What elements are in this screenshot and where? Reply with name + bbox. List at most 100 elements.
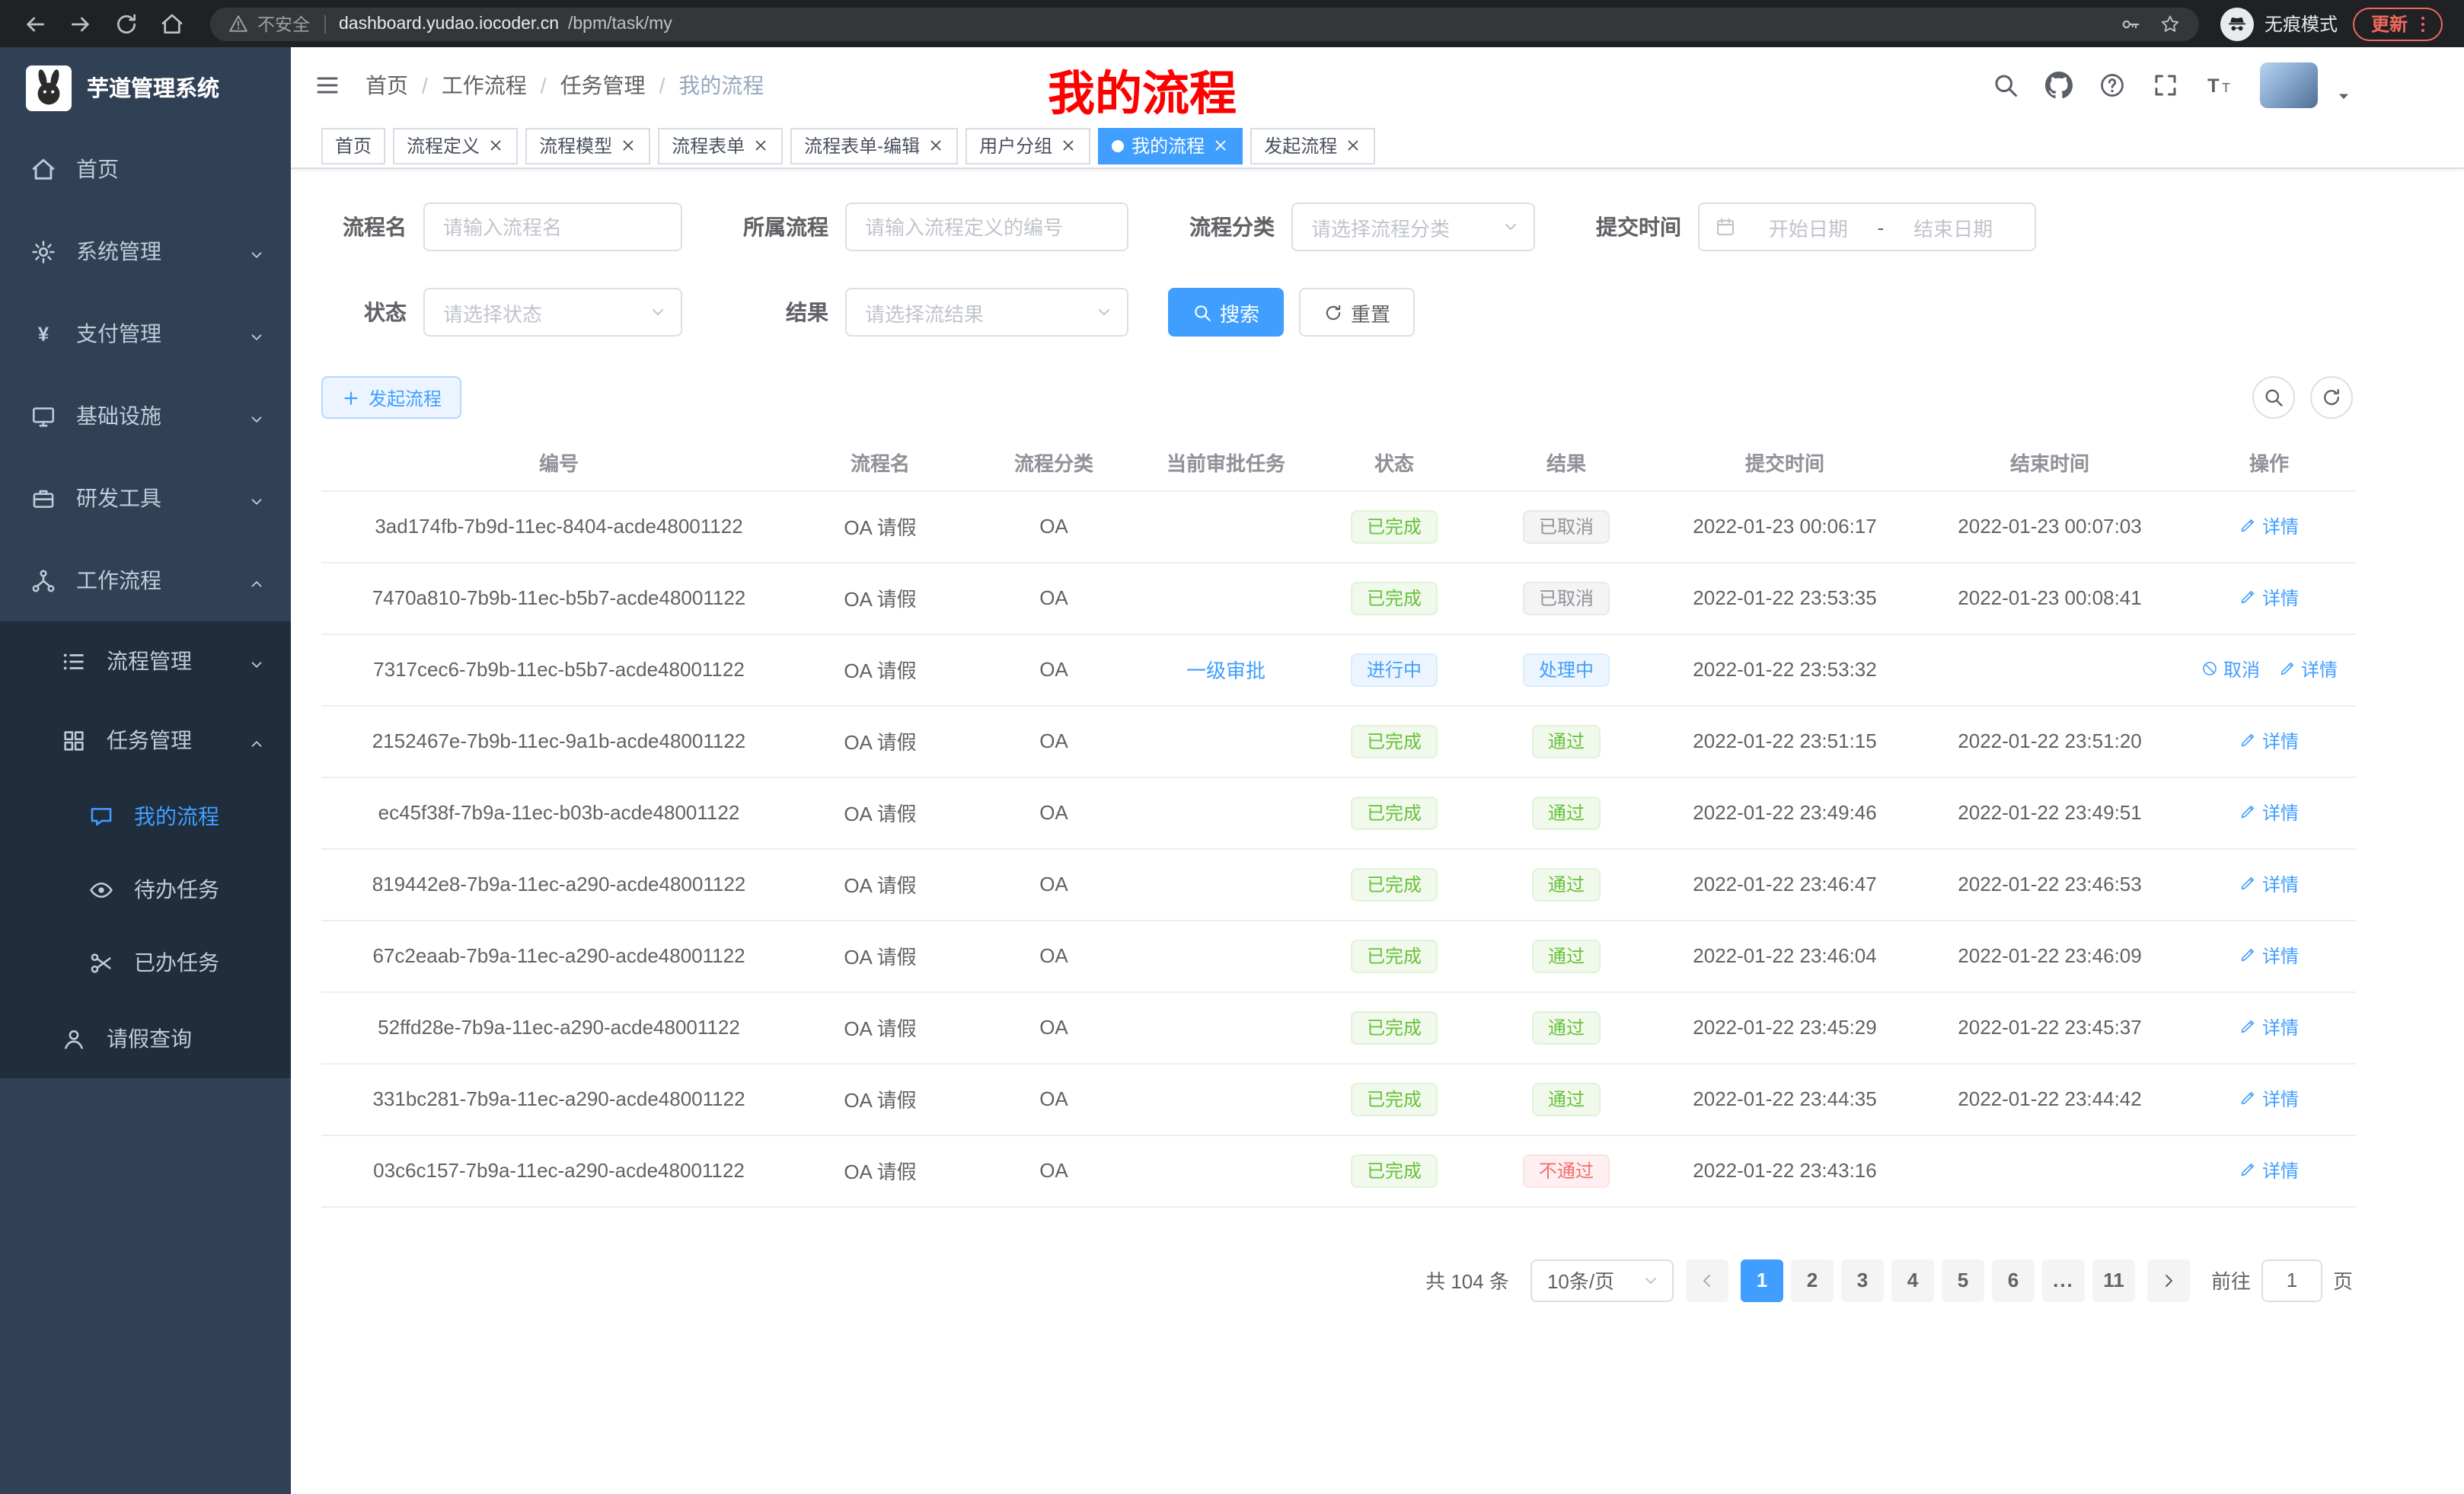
breadcrumb-item[interactable]: 任务管理 <box>560 70 646 101</box>
tab-0[interactable]: 首页 <box>321 127 385 164</box>
column-header: 提交时间 <box>1652 434 1917 490</box>
detail-button[interactable]: 详情 <box>2239 871 2299 897</box>
status-select[interactable]: 请选择状态 <box>423 288 682 337</box>
breadcrumb: 首页/工作流程/任务管理/我的流程 <box>365 70 764 101</box>
tab-6[interactable]: 我的流程 <box>1098 127 1243 164</box>
current-task-link[interactable]: 一级审批 <box>1186 659 1266 682</box>
detail-button[interactable]: 详情 <box>2239 728 2299 754</box>
sidebar-item-5[interactable]: 工作流程 <box>0 539 291 621</box>
logo-row[interactable]: 芋道管理系统 <box>0 47 291 128</box>
show-search-button[interactable] <box>2252 376 2295 419</box>
page-button-11[interactable]: 11 <box>2092 1259 2135 1301</box>
page-size-select[interactable]: 10条/页 <box>1530 1259 1674 1301</box>
sidebar-item-11[interactable]: 请假查询 <box>0 999 291 1078</box>
detail-button[interactable]: 详情 <box>2239 943 2299 969</box>
next-page-button[interactable] <box>2147 1259 2190 1301</box>
sidebar-item-9[interactable]: 待办任务 <box>0 853 291 926</box>
sidebar-item-3[interactable]: 基础设施 <box>0 375 291 457</box>
sidebar-item-8[interactable]: 我的流程 <box>0 780 291 853</box>
url-path[interactable]: /bpm/task/my <box>568 14 672 33</box>
address-bar[interactable]: 不安全 dashboard.yudao.iocoder.cn/bpm/task/… <box>210 7 2199 40</box>
reset-button[interactable]: 重置 <box>1299 288 1415 337</box>
page-button-6[interactable]: 6 <box>1992 1259 2035 1301</box>
process-table: 编号流程名流程分类当前审批任务状态结果提交时间结束时间操作3ad174fb-7b… <box>321 434 2356 1207</box>
page-button-1[interactable]: 1 <box>1741 1259 1783 1301</box>
tab-3[interactable]: 流程表单 <box>658 127 783 164</box>
sidebar-item-1[interactable]: 系统管理 <box>0 210 291 292</box>
fullscreen-icon[interactable] <box>2152 72 2179 99</box>
sidebar-item-2[interactable]: ¥支付管理 <box>0 292 291 375</box>
breadcrumb-item: 我的流程 <box>678 70 764 101</box>
cancel-button[interactable]: 取消 <box>2201 656 2260 682</box>
page-button-5[interactable]: 5 <box>1942 1259 1984 1301</box>
sidebar-item-0[interactable]: 首页 <box>0 128 291 210</box>
tab-2[interactable]: 流程模型 <box>525 127 650 164</box>
close-icon[interactable] <box>1060 137 1077 154</box>
tab-7[interactable]: 发起流程 <box>1250 127 1375 164</box>
avatar[interactable] <box>2260 62 2318 108</box>
page-button-2[interactable]: 2 <box>1791 1259 1834 1301</box>
table-toolbar: 发起流程 <box>321 376 2353 419</box>
sidebar-item-label: 请假查询 <box>107 1023 192 1054</box>
close-icon[interactable] <box>1212 137 1229 154</box>
pagination: 共 104 条10条/页123456...11前往页 <box>321 1259 2353 1301</box>
password-key-icon[interactable] <box>2120 13 2141 34</box>
process-name-input[interactable] <box>423 203 682 251</box>
bookmark-star-icon[interactable] <box>2159 13 2181 34</box>
owning-process-input[interactable] <box>845 203 1128 251</box>
font-size-icon[interactable]: TT <box>2205 71 2234 100</box>
process-category: OA <box>964 848 1144 920</box>
edit-icon <box>2239 1090 2258 1108</box>
detail-button[interactable]: 详情 <box>2278 656 2338 682</box>
more-pages-button[interactable]: ... <box>2042 1259 2085 1301</box>
tab-1[interactable]: 流程定义 <box>393 127 518 164</box>
avatar-caret-icon[interactable] <box>2335 87 2353 105</box>
sidebar-toggle-icon[interactable] <box>314 72 341 99</box>
close-icon[interactable] <box>1345 137 1361 154</box>
close-icon[interactable] <box>620 137 637 154</box>
tab-label: 流程表单 <box>672 132 745 158</box>
start-process-button[interactable]: 发起流程 <box>321 376 461 419</box>
breadcrumb-item[interactable]: 工作流程 <box>442 70 527 101</box>
browser-update-menu-button[interactable]: 更新 <box>2353 7 2443 40</box>
github-icon[interactable] <box>2045 72 2073 99</box>
detail-button[interactable]: 详情 <box>2239 1157 2299 1183</box>
close-icon[interactable] <box>487 137 504 154</box>
breadcrumb-item[interactable]: 首页 <box>365 70 408 101</box>
sidebar-item-10[interactable]: 已办任务 <box>0 926 291 999</box>
category-select[interactable]: 请选择流程分类 <box>1291 203 1535 251</box>
detail-button[interactable]: 详情 <box>2239 800 2299 825</box>
search-icon[interactable] <box>1992 72 2019 99</box>
result-select[interactable]: 请选择流结果 <box>845 288 1128 337</box>
column-header: 编号 <box>321 434 796 490</box>
detail-button[interactable]: 详情 <box>2239 1014 2299 1040</box>
search-button[interactable]: 搜索 <box>1168 288 1284 337</box>
browser-forward-icon[interactable] <box>69 11 93 36</box>
security-label[interactable]: 不安全 <box>257 11 310 36</box>
help-icon[interactable] <box>2099 72 2126 99</box>
page-button-4[interactable]: 4 <box>1891 1259 1934 1301</box>
browser-back-icon[interactable] <box>23 11 47 36</box>
prev-page-button[interactable] <box>1686 1259 1728 1301</box>
goto-page-input[interactable] <box>2261 1259 2322 1301</box>
close-icon[interactable] <box>752 137 769 154</box>
tab-5[interactable]: 用户分组 <box>965 127 1090 164</box>
detail-button[interactable]: 详情 <box>2239 1086 2299 1112</box>
browser-reload-icon[interactable] <box>114 11 139 36</box>
process-name: OA 请假 <box>796 991 964 1063</box>
sidebar-item-7[interactable]: 任务管理 <box>0 701 291 780</box>
detail-button[interactable]: 详情 <box>2239 513 2299 539</box>
tab-4[interactable]: 流程表单-编辑 <box>790 127 958 164</box>
submit-time-range[interactable]: 开始日期 - 结束日期 <box>1698 203 2036 251</box>
detail-button[interactable]: 详情 <box>2239 585 2299 611</box>
close-icon[interactable] <box>927 137 944 154</box>
page-button-3[interactable]: 3 <box>1841 1259 1884 1301</box>
end-date-placeholder[interactable]: 结束日期 <box>1887 212 2019 241</box>
browser-home-icon[interactable] <box>160 11 184 36</box>
sidebar-item-4[interactable]: 研发工具 <box>0 457 291 539</box>
sidebar-item-6[interactable]: 流程管理 <box>0 621 291 701</box>
refresh-table-button[interactable] <box>2310 376 2353 419</box>
url-host[interactable]: dashboard.yudao.iocoder.cn <box>339 14 559 33</box>
plus-icon <box>341 388 361 407</box>
start-date-placeholder[interactable]: 开始日期 <box>1742 212 1875 241</box>
